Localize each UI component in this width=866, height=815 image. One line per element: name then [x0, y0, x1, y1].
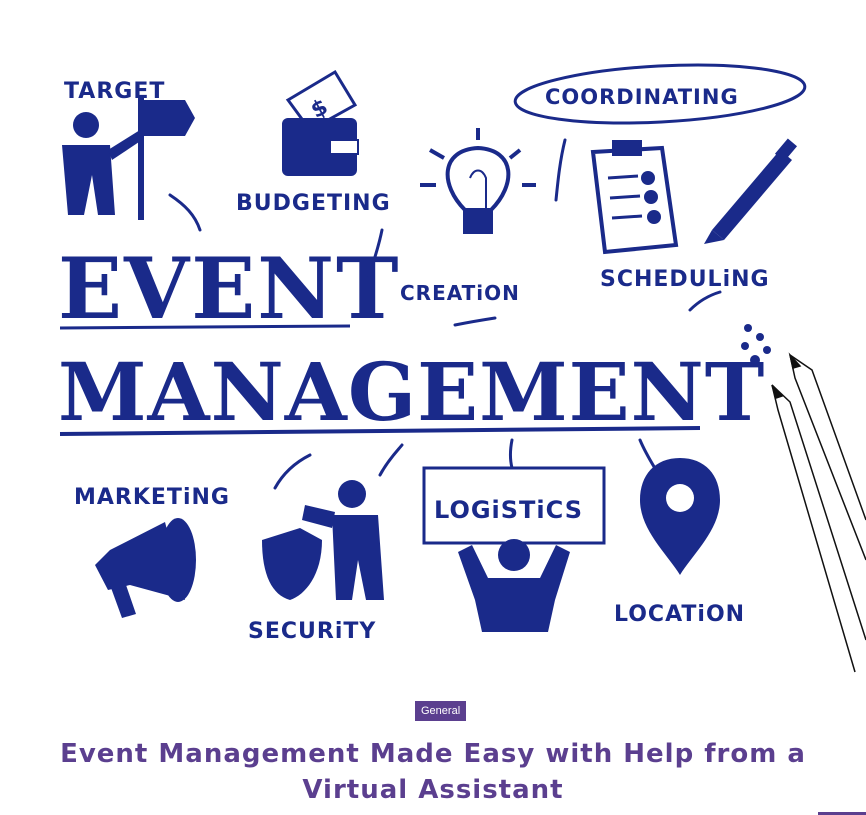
security-icon: [262, 480, 384, 600]
location-pin-icon: [640, 458, 720, 575]
label-budgeting: BUDGETING: [236, 191, 391, 216]
word-event: EVENT: [58, 239, 401, 338]
label-security: SECURiTY: [248, 619, 376, 644]
label-scheduling: SCHEDULiNG: [600, 267, 770, 292]
pencils-icon: [771, 352, 866, 673]
pen-icon: [704, 138, 798, 244]
label-logistics: LOGiSTiCS: [434, 496, 583, 524]
label-target: TARGET: [64, 79, 165, 104]
person-holding-sign-icon: [458, 539, 570, 632]
category-badge[interactable]: General: [415, 701, 467, 721]
label-marketing: MARKETiNG: [74, 485, 230, 510]
megaphone-icon: [95, 518, 196, 618]
label-location: LOCATiON: [614, 602, 745, 627]
label-coordinating: COORDINATING: [545, 85, 739, 109]
clipboard-icon: [590, 140, 679, 255]
word-management: MANAGEMENT: [58, 345, 765, 439]
lightbulb-icon: [420, 128, 536, 234]
wallet-icon: $: [282, 69, 359, 176]
hero-illustration: TARGET $ BUDGETING CREATiON COORDINATING: [0, 0, 866, 680]
label-creation: CREATiON: [400, 281, 520, 305]
target-icon: [62, 98, 195, 220]
post-title[interactable]: Event Management Made Easy with Help fro…: [20, 736, 846, 808]
